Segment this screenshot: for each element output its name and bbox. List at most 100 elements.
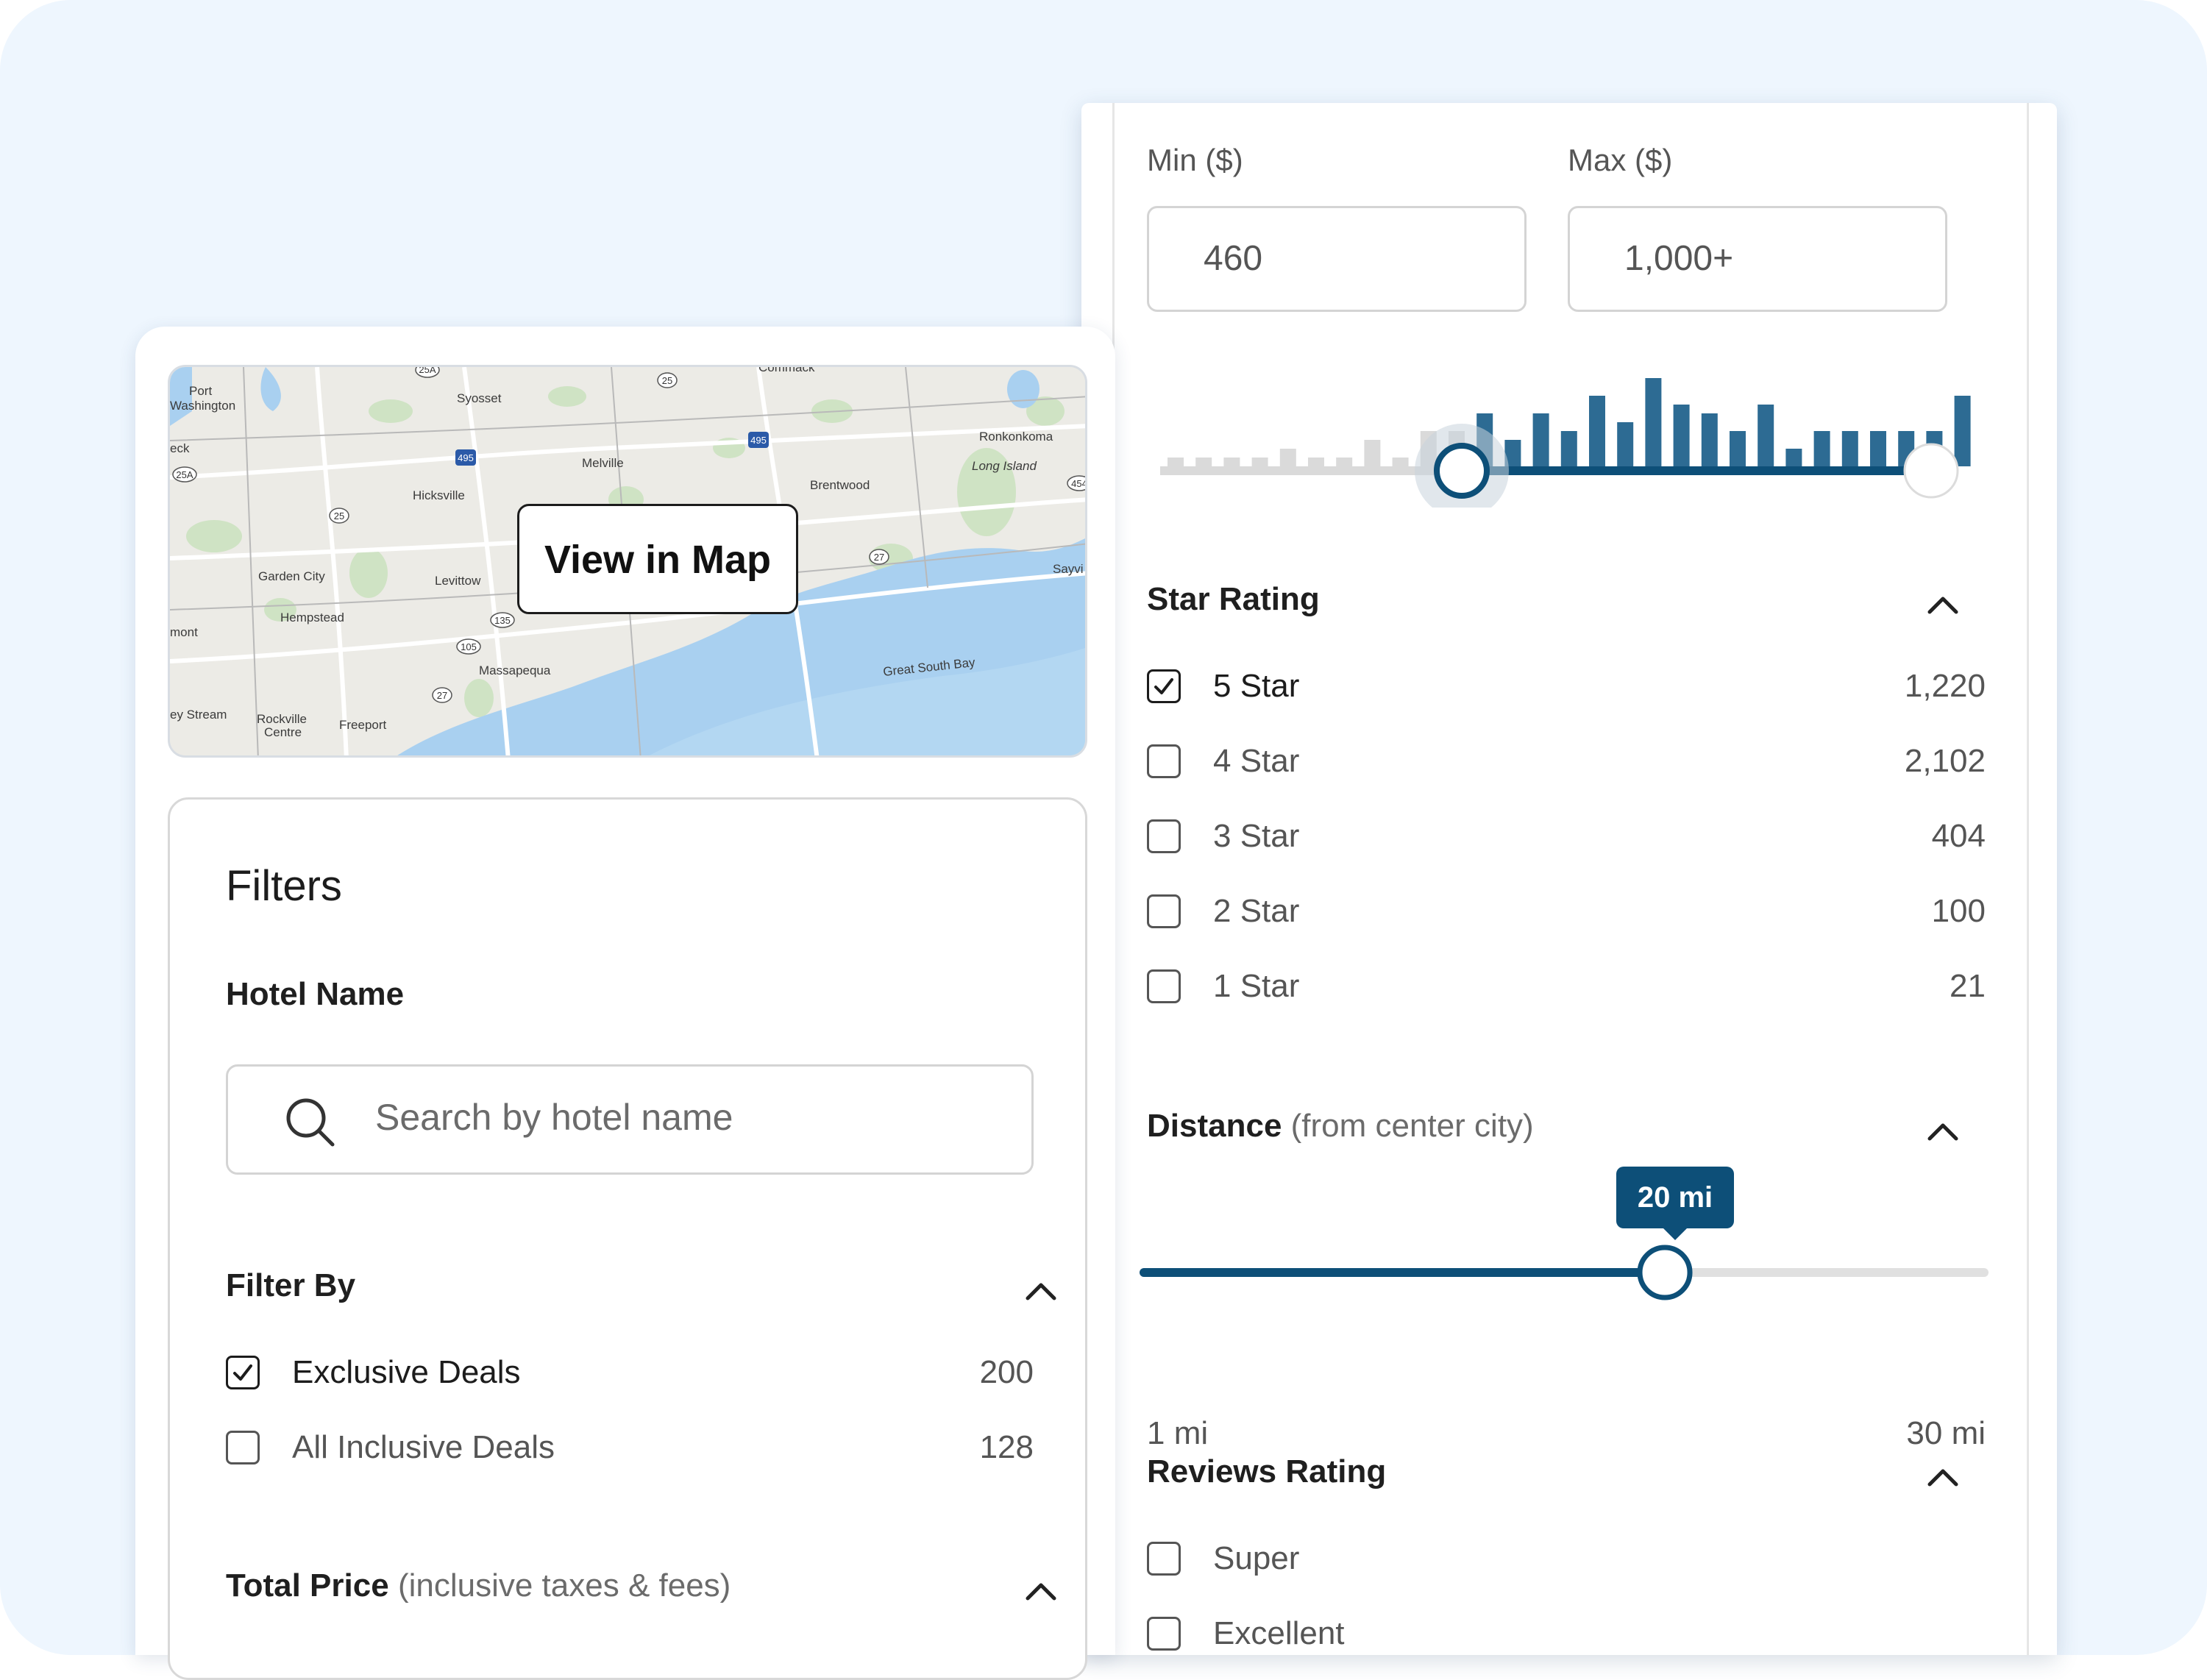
histogram-bar bbox=[1645, 378, 1662, 466]
svg-text:Melville: Melville bbox=[582, 456, 624, 470]
histogram-bar bbox=[1758, 405, 1774, 466]
all-inclusive-label: All Inclusive Deals bbox=[292, 1429, 555, 1465]
distance-value-text: 20 mi bbox=[1637, 1181, 1713, 1214]
review-super-checkbox[interactable] bbox=[1147, 1542, 1181, 1576]
svg-text:495: 495 bbox=[750, 435, 767, 446]
svg-text:27: 27 bbox=[874, 552, 884, 563]
filters-card: Filters Hotel Name Search by hotel name … bbox=[168, 797, 1087, 1680]
exclusive-deals-count: 200 bbox=[979, 1354, 1034, 1390]
svg-text:Hempstead: Hempstead bbox=[280, 611, 344, 624]
search-icon bbox=[286, 1098, 335, 1147]
svg-text:Brentwood: Brentwood bbox=[810, 478, 870, 492]
svg-text:Syosset: Syosset bbox=[457, 391, 502, 405]
histogram-bar bbox=[1841, 431, 1858, 466]
min-price-handle[interactable] bbox=[1434, 443, 1490, 499]
star-2-count: 100 bbox=[1931, 893, 1986, 929]
map-preview[interactable]: Port Washington eck Syosset Commack Ronk… bbox=[168, 365, 1087, 758]
star-5-checkbox[interactable] bbox=[1147, 669, 1181, 703]
star-4-label: 4 Star bbox=[1213, 743, 1300, 779]
svg-text:Centre: Centre bbox=[264, 725, 302, 739]
min-price-input[interactable]: 460 bbox=[1147, 206, 1527, 312]
svg-text:Hicksville: Hicksville bbox=[413, 488, 465, 502]
svg-text:25: 25 bbox=[662, 375, 672, 386]
histogram-bar bbox=[1701, 413, 1718, 466]
hotel-search-input[interactable]: Search by hotel name bbox=[226, 1064, 1034, 1175]
svg-text:27: 27 bbox=[437, 690, 447, 701]
histogram-bar bbox=[1560, 431, 1577, 466]
total-price-title: Total Price (inclusive taxes & fees) bbox=[226, 1567, 731, 1604]
total-price-subtitle: (inclusive taxes & fees) bbox=[397, 1567, 731, 1604]
distance-subtitle: (from center city) bbox=[1290, 1108, 1534, 1144]
price-filter-panel: Min ($) Max ($) 460 1,000+ Star Rating 5… bbox=[1081, 103, 2057, 1655]
svg-text:Commack: Commack bbox=[758, 367, 815, 374]
svg-text:ey Stream: ey Stream bbox=[170, 708, 227, 722]
svg-text:eck: eck bbox=[170, 441, 190, 455]
star-3-label: 3 Star bbox=[1213, 818, 1300, 854]
filters-panel: Port Washington eck Syosset Commack Ronk… bbox=[135, 327, 1115, 1680]
max-price-handle[interactable] bbox=[1903, 443, 1959, 499]
hotel-name-label: Hotel Name bbox=[226, 976, 405, 1012]
min-price-label: Min ($) bbox=[1147, 143, 1243, 177]
star-1-label: 1 Star bbox=[1213, 968, 1300, 1004]
chevron-up-icon[interactable] bbox=[1925, 1465, 1961, 1489]
star-4-count: 2,102 bbox=[1904, 743, 1986, 779]
histogram-bar bbox=[1617, 422, 1634, 466]
svg-text:25A: 25A bbox=[176, 469, 193, 480]
total-price-title-text: Total Price bbox=[226, 1567, 389, 1604]
chevron-up-icon[interactable] bbox=[1925, 593, 1961, 616]
histogram-bar bbox=[1730, 431, 1746, 466]
distance-slider[interactable] bbox=[1115, 1236, 2027, 1324]
svg-text:Long Island: Long Island bbox=[972, 459, 1037, 473]
svg-text:Freeport: Freeport bbox=[339, 718, 387, 732]
distance-min-label: 1 mi bbox=[1147, 1415, 1209, 1451]
distance-title-text: Distance bbox=[1147, 1108, 1282, 1144]
review-excellent-checkbox[interactable] bbox=[1147, 1617, 1181, 1651]
svg-text:Levittow: Levittow bbox=[435, 574, 481, 588]
svg-text:Garden City: Garden City bbox=[258, 569, 325, 583]
histogram-bar bbox=[1251, 458, 1268, 466]
histogram-bar bbox=[1870, 431, 1886, 466]
histogram-bar bbox=[1308, 458, 1324, 466]
panel-body: Min ($) Max ($) 460 1,000+ Star Rating 5… bbox=[1112, 103, 2029, 1655]
exclusive-deals-checkbox[interactable] bbox=[226, 1356, 260, 1389]
svg-text:454: 454 bbox=[1071, 478, 1087, 489]
histogram-bar bbox=[1532, 413, 1549, 466]
review-excellent-label: Excellent bbox=[1213, 1615, 1345, 1651]
histogram-bar bbox=[1785, 449, 1802, 466]
svg-text:Rockville: Rockville bbox=[257, 712, 307, 726]
svg-text:Ronkonkoma: Ronkonkoma bbox=[979, 430, 1053, 444]
price-range-slider[interactable] bbox=[1115, 346, 2027, 508]
view-in-map-button[interactable]: View in Map bbox=[517, 504, 798, 614]
svg-text:25A: 25A bbox=[419, 367, 436, 375]
reviews-rating-title: Reviews Rating bbox=[1147, 1453, 1387, 1489]
histogram-bar bbox=[1589, 396, 1605, 466]
price-histogram bbox=[1168, 378, 1971, 466]
star-5-label: 5 Star bbox=[1213, 668, 1300, 704]
chevron-up-icon[interactable] bbox=[1925, 1120, 1961, 1143]
svg-text:mont: mont bbox=[170, 625, 198, 639]
histogram-bar bbox=[1813, 431, 1830, 466]
svg-text:105: 105 bbox=[461, 641, 477, 652]
star-3-count: 404 bbox=[1931, 818, 1986, 854]
star-4-checkbox[interactable] bbox=[1147, 744, 1181, 778]
search-placeholder: Search by hotel name bbox=[375, 1097, 733, 1138]
chevron-up-icon[interactable] bbox=[1023, 1279, 1059, 1303]
max-price-input[interactable]: 1,000+ bbox=[1568, 206, 1947, 312]
star-5-count: 1,220 bbox=[1904, 668, 1986, 704]
distance-handle[interactable] bbox=[1637, 1245, 1693, 1300]
svg-text:495: 495 bbox=[458, 452, 474, 463]
histogram-bar bbox=[1279, 449, 1296, 466]
star-1-checkbox[interactable] bbox=[1147, 969, 1181, 1003]
star-3-checkbox[interactable] bbox=[1147, 819, 1181, 853]
svg-text:135: 135 bbox=[494, 615, 511, 626]
svg-text:Sayvi: Sayvi bbox=[1053, 562, 1084, 576]
all-inclusive-checkbox[interactable] bbox=[226, 1431, 260, 1464]
histogram-bar bbox=[1168, 458, 1184, 466]
filter-by-title: Filter By bbox=[226, 1267, 356, 1303]
checkmark-icon bbox=[233, 1364, 252, 1381]
star-2-checkbox[interactable] bbox=[1147, 894, 1181, 928]
max-price-label: Max ($) bbox=[1568, 143, 1673, 177]
distance-title: Distance (from center city) bbox=[1147, 1108, 1534, 1145]
chevron-up-icon[interactable] bbox=[1023, 1579, 1059, 1603]
histogram-bar bbox=[1954, 396, 1971, 466]
